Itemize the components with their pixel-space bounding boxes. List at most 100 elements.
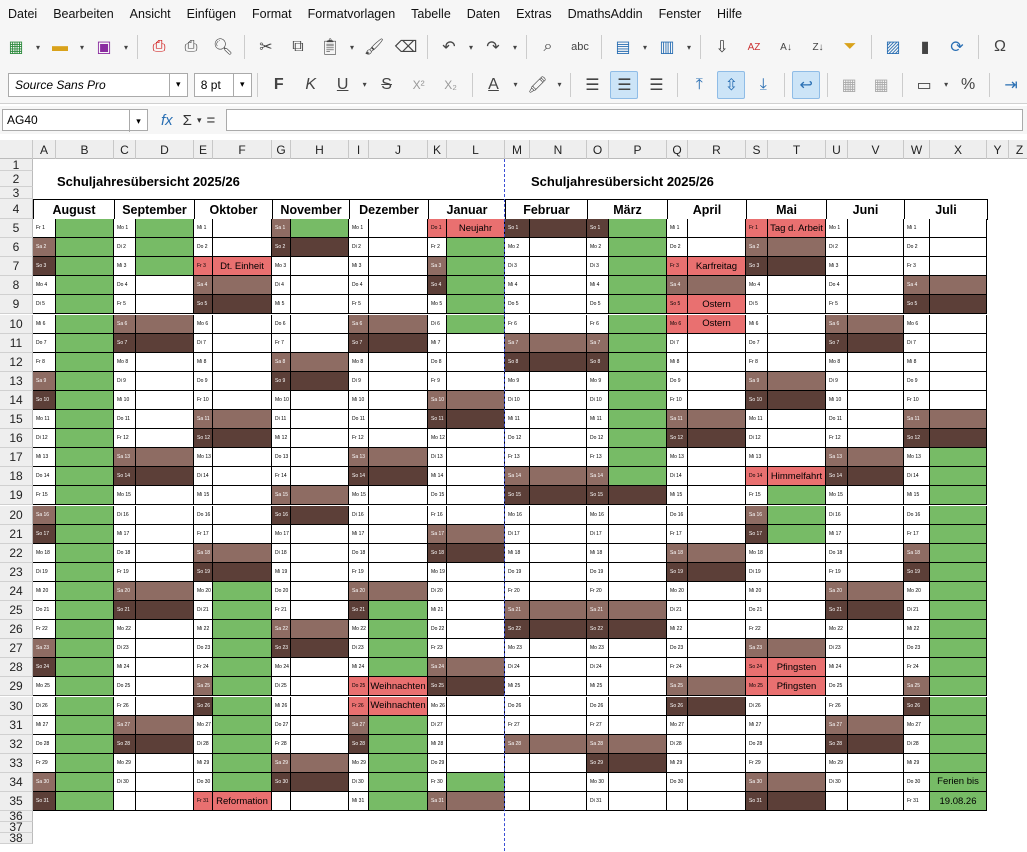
day-cell[interactable]: Mo 6 <box>667 314 688 334</box>
day-info-cell[interactable] <box>530 543 587 563</box>
day-info-cell[interactable] <box>56 562 114 582</box>
day-cell[interactable]: Di 21 <box>194 601 213 621</box>
day-cell[interactable]: Do 23 <box>904 639 930 659</box>
month-header[interactable]: Dezember <box>349 199 429 220</box>
day-info-cell[interactable] <box>213 772 272 792</box>
column-header-O[interactable]: O <box>587 140 609 159</box>
clone-formatting-icon[interactable]: 🖌︎ <box>360 33 388 61</box>
day-cell[interactable]: Do 5 <box>587 295 609 315</box>
day-info-cell[interactable] <box>447 524 505 544</box>
row-header-22[interactable]: 22 <box>0 543 33 563</box>
day-info-cell[interactable] <box>930 257 987 277</box>
day-info-cell[interactable] <box>688 620 746 640</box>
day-cell[interactable]: Fr 19 <box>349 562 369 582</box>
day-info-cell[interactable] <box>291 715 349 735</box>
row-header-18[interactable]: 18 <box>0 467 33 487</box>
day-info-cell[interactable] <box>768 562 826 582</box>
superscript-icon[interactable]: X² <box>405 71 433 99</box>
day-cell[interactable]: Do 12 <box>505 429 530 449</box>
day-info-cell[interactable] <box>848 734 904 754</box>
day-cell[interactable]: Sa 30 <box>746 772 768 792</box>
day-info-cell[interactable] <box>848 620 904 640</box>
day-cell[interactable]: Di 4 <box>272 276 291 296</box>
day-info-cell[interactable] <box>530 562 587 582</box>
day-info-cell[interactable] <box>848 333 904 353</box>
day-info-cell[interactable] <box>530 734 587 754</box>
day-info-cell[interactable] <box>369 390 428 410</box>
day-cell[interactable]: Mo 23 <box>505 639 530 659</box>
day-info-cell[interactable] <box>688 658 746 678</box>
day-cell[interactable]: Mi 25 <box>505 677 530 697</box>
day-info-cell[interactable] <box>930 295 987 315</box>
day-info-cell[interactable] <box>213 562 272 582</box>
chevron-down-icon[interactable]: ▾ <box>197 115 202 126</box>
day-info-cell[interactable] <box>213 486 272 506</box>
day-cell[interactable]: So 28 <box>349 734 369 754</box>
cut-icon[interactable]: ✂ <box>252 33 280 61</box>
day-cell[interactable]: Mi 10 <box>114 390 136 410</box>
day-cell[interactable]: Di 5 <box>33 295 56 315</box>
day-info-cell[interactable] <box>768 601 826 621</box>
day-cell[interactable]: Fr 17 <box>194 524 213 544</box>
chevron-down-icon[interactable]: ▾ <box>232 73 251 96</box>
column-header-L[interactable]: L <box>447 140 505 159</box>
row-header-11[interactable]: 11 <box>0 333 33 353</box>
day-info-cell[interactable] <box>447 333 505 353</box>
day-cell[interactable]: Mi 26 <box>272 696 291 716</box>
day-info-cell[interactable] <box>56 238 114 258</box>
day-info-cell[interactable] <box>848 601 904 621</box>
day-info-cell[interactable] <box>848 524 904 544</box>
day-info-cell[interactable] <box>688 467 746 487</box>
menu-item-dmathsaddin[interactable]: DmathsAddin <box>560 7 651 21</box>
day-cell[interactable]: So 15 <box>587 486 609 506</box>
day-cell[interactable]: Di 6 <box>428 314 447 334</box>
day-cell[interactable]: Mi 29 <box>194 753 213 773</box>
day-cell[interactable]: Do 29 <box>428 753 447 773</box>
day-cell[interactable]: Do 18 <box>349 543 369 563</box>
day-cell[interactable]: Fr 8 <box>746 352 768 372</box>
day-cell[interactable]: Mi 24 <box>826 658 848 678</box>
day-info-cell[interactable] <box>56 486 114 506</box>
day-cell[interactable]: So 5 <box>667 295 688 315</box>
day-info-cell[interactable] <box>930 448 987 468</box>
day-cell[interactable]: Do 6 <box>272 314 291 334</box>
day-info-cell[interactable] <box>56 410 114 430</box>
day-cell[interactable]: Mi 29 <box>667 753 688 773</box>
day-cell[interactable]: So 22 <box>505 620 530 640</box>
day-cell[interactable]: Mo 27 <box>904 715 930 735</box>
day-cell[interactable]: Do 14 <box>746 467 768 487</box>
day-info-cell[interactable] <box>530 524 587 544</box>
day-cell[interactable]: Fr 27 <box>505 715 530 735</box>
day-cell[interactable]: Mo 22 <box>114 620 136 640</box>
day-info-cell[interactable] <box>369 276 428 296</box>
day-cell[interactable]: Fr 12 <box>114 429 136 449</box>
day-cell[interactable]: Mo 1 <box>349 219 369 239</box>
day-cell[interactable]: Do 27 <box>272 715 291 735</box>
day-info-cell[interactable] <box>848 677 904 697</box>
chevron-down-icon[interactable]: ▾ <box>639 33 651 61</box>
vacation-note[interactable]: 19.08.26 <box>930 792 987 812</box>
day-info-cell[interactable] <box>768 543 826 563</box>
day-cell[interactable]: Sa 20 <box>349 581 369 601</box>
day-info-cell[interactable] <box>930 658 987 678</box>
empty-cell[interactable] <box>505 753 530 773</box>
day-cell[interactable]: Mo 15 <box>114 486 136 506</box>
day-cell[interactable]: Mo 20 <box>194 581 213 601</box>
day-info-cell[interactable] <box>848 562 904 582</box>
day-cell[interactable]: Fr 1 <box>746 219 768 239</box>
day-cell[interactable]: Mi 18 <box>587 543 609 563</box>
day-info-cell[interactable] <box>136 429 194 449</box>
column-header-P[interactable]: P <box>609 140 667 159</box>
day-cell[interactable]: Fr 15 <box>746 486 768 506</box>
day-cell[interactable]: Mo 1 <box>826 219 848 239</box>
day-info-cell[interactable] <box>609 696 667 716</box>
day-cell[interactable]: So 12 <box>194 429 213 449</box>
day-info-cell[interactable] <box>56 658 114 678</box>
day-info-cell[interactable] <box>447 581 505 601</box>
day-info-cell[interactable] <box>848 772 904 792</box>
row-header-12[interactable]: 12 <box>0 352 33 372</box>
day-info-cell[interactable] <box>136 581 194 601</box>
day-cell[interactable]: Mi 14 <box>428 467 447 487</box>
day-info-cell[interactable] <box>447 448 505 468</box>
day-info-cell[interactable] <box>930 524 987 544</box>
